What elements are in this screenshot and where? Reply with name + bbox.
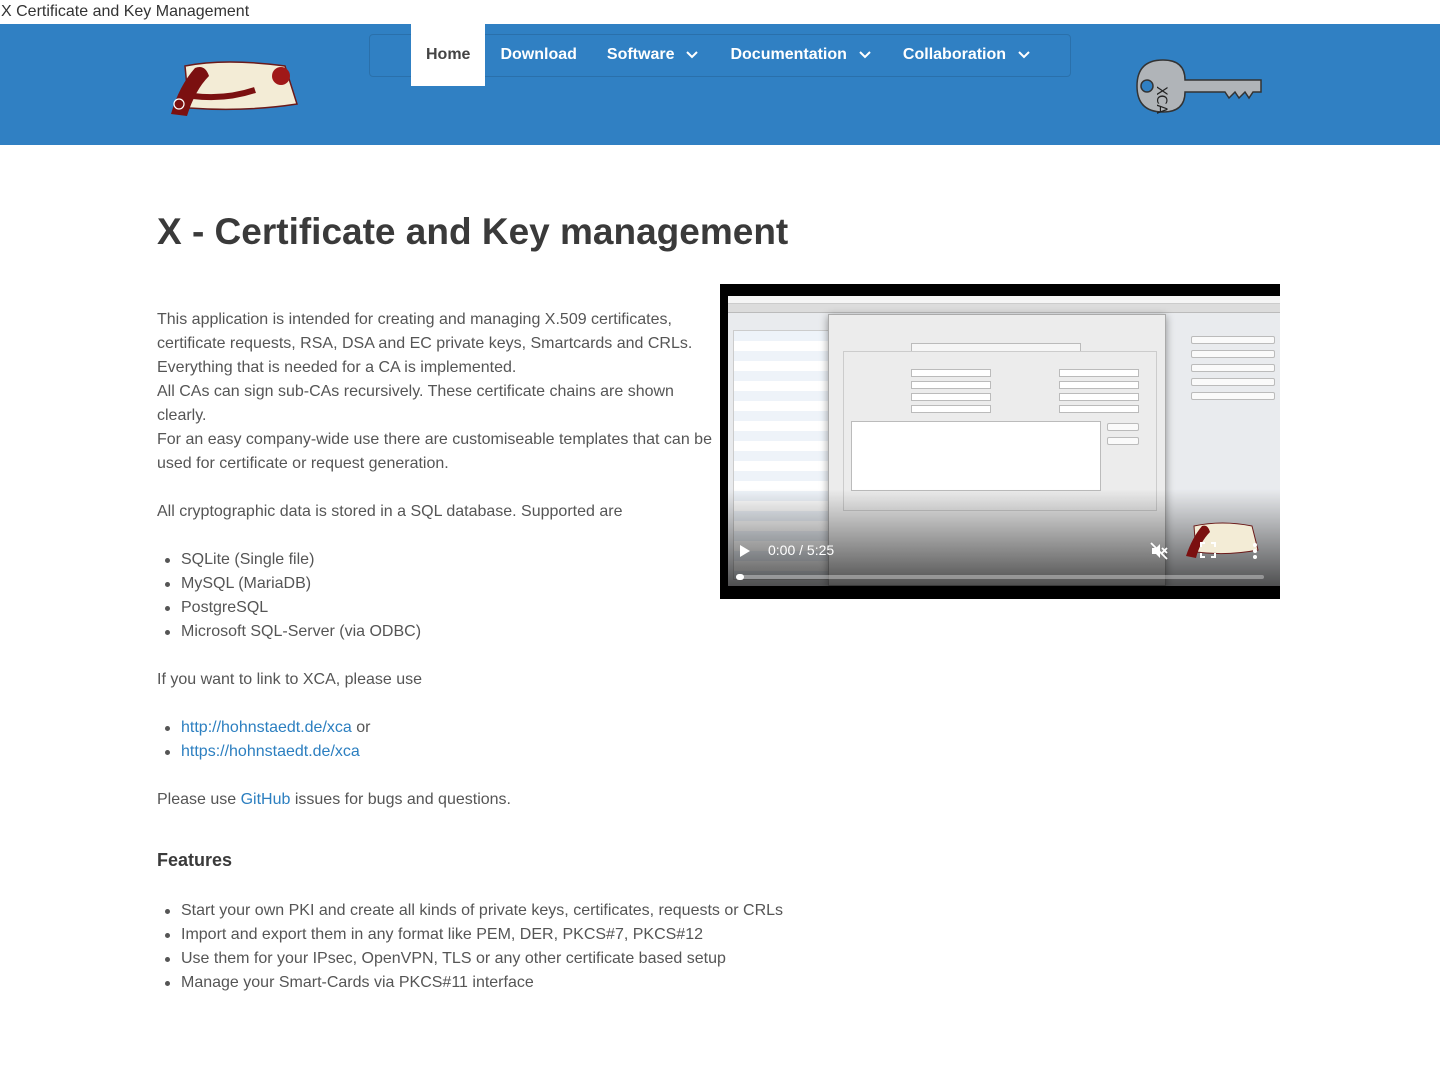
nav-home[interactable]: Home (411, 24, 486, 86)
more-vert-icon[interactable] (1250, 542, 1260, 560)
demo-video[interactable]: 0:00 / 5:25 (720, 284, 1280, 599)
github-before: Please use (157, 791, 241, 808)
link-suffix: or (351, 719, 371, 736)
nav-software[interactable]: Software (592, 24, 716, 86)
intro-line: For an easy company-wide use there are c… (157, 431, 712, 472)
https-link[interactable]: https://hohnstaedt.de/xca (181, 743, 360, 760)
list-item: SQLite (Single file) (157, 548, 421, 572)
link-list: http://hohnstaedt.de/xca or https://hohn… (157, 716, 370, 764)
list-item: Manage your Smart-Cards via PKCS#11 inte… (157, 971, 783, 995)
video-progress-bar[interactable] (736, 575, 1264, 579)
db-intro: All cryptographic data is stored in a SQ… (157, 503, 623, 520)
nav-software-label: Software (606, 46, 675, 63)
list-item: MySQL (MariaDB) (157, 572, 421, 596)
features-list: Start your own PKI and create all kinds … (157, 899, 783, 995)
xca-scroll-logo[interactable] (165, 56, 307, 118)
nav-home-label: Home (426, 46, 471, 63)
page-title: X - Certificate and Key management (157, 211, 789, 252)
github-after: issues for bugs and questions. (290, 791, 511, 808)
nav-documentation-label: Documentation (730, 46, 847, 63)
list-item: Import and export them in any format lik… (157, 923, 783, 947)
nav-documentation[interactable]: Documentation (715, 24, 887, 86)
list-item: PostgreSQL (157, 596, 421, 620)
http-link[interactable]: http://hohnstaedt.de/xca (181, 719, 352, 736)
play-icon[interactable] (738, 544, 752, 558)
list-item: https://hohnstaedt.de/xca (157, 740, 370, 764)
video-controls: 0:00 / 5:25 (720, 536, 1280, 566)
fullscreen-icon[interactable] (1200, 542, 1216, 558)
nav-download[interactable]: Download (485, 24, 591, 86)
xca-key-logo: XCA (1136, 59, 1262, 114)
chevron-down-icon (859, 51, 871, 59)
database-list: SQLite (Single file) MySQL (MariaDB) Pos… (157, 548, 421, 644)
link-intro: If you want to link to XCA, please use (157, 671, 423, 688)
features-heading: Features (157, 850, 233, 870)
nav-collaboration[interactable]: Collaboration (888, 24, 1047, 86)
github-note: Please use GitHub issues for bugs and qu… (157, 788, 511, 812)
main-nav: Home Download Software Documentation Col… (411, 24, 1047, 86)
chevron-down-icon (1018, 51, 1030, 59)
list-item: http://hohnstaedt.de/xca or (157, 716, 370, 740)
intro-line: This application is intended for creatin… (157, 311, 693, 352)
muted-icon[interactable] (1150, 542, 1168, 560)
svg-text:XCA: XCA (1153, 86, 1169, 114)
video-progress-handle[interactable] (736, 574, 744, 580)
intro-line: All CAs can sign sub-CAs recursively. Th… (157, 383, 674, 424)
list-item: Start your own PKI and create all kinds … (157, 899, 783, 923)
video-time: 0:00 / 5:25 (768, 542, 835, 558)
nav-collaboration-label: Collaboration (902, 46, 1007, 63)
chevron-down-icon (686, 51, 699, 59)
window-title: X Certificate and Key Management (1, 3, 250, 20)
nav-download-label: Download (500, 46, 577, 63)
github-link[interactable]: GitHub (241, 791, 291, 808)
site-header: Home Download Software Documentation Col… (0, 24, 1440, 145)
intro-text: This application is intended for creatin… (157, 308, 717, 476)
list-item: Use them for your IPsec, OpenVPN, TLS or… (157, 947, 783, 971)
intro-line: Everything that is needed for a CA is im… (157, 359, 517, 376)
list-item: Microsoft SQL-Server (via ODBC) (157, 620, 421, 644)
